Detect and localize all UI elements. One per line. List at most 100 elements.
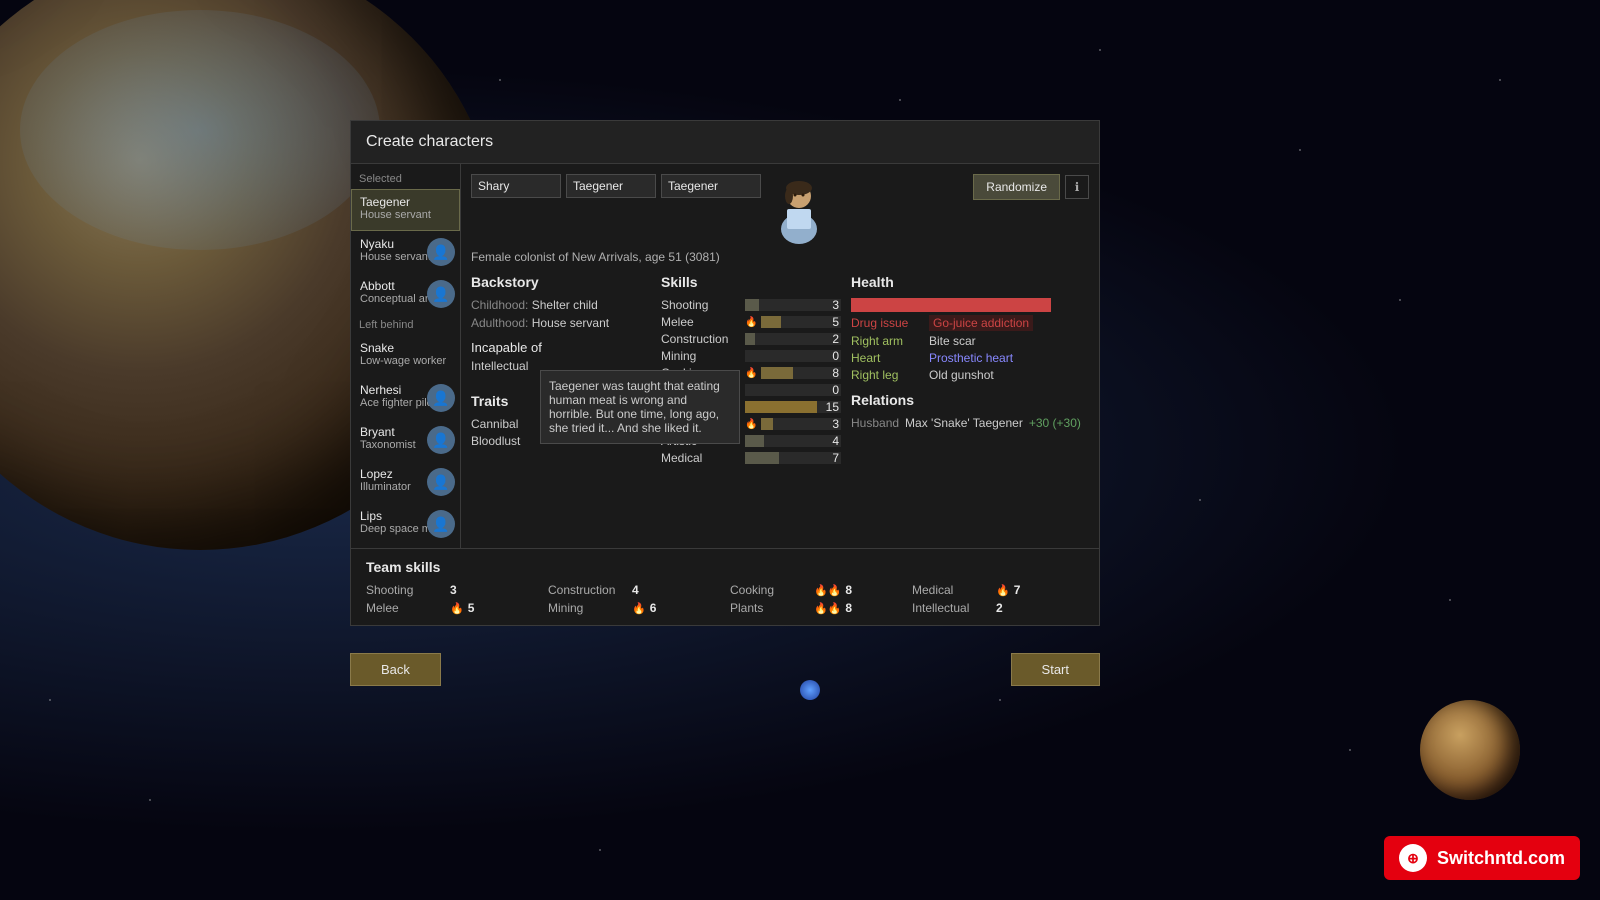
char-role-taegener: House servant bbox=[360, 209, 451, 221]
skill-value-artistic: 4 bbox=[819, 435, 839, 447]
first-name-input[interactable] bbox=[471, 174, 561, 198]
team-skill-intellectual: Intellectual 2 bbox=[912, 601, 1084, 615]
skill-bar-mining: 0 bbox=[745, 350, 841, 362]
info-button[interactable]: ℹ bbox=[1065, 175, 1089, 199]
skill-bar-medical: 7 bbox=[745, 452, 841, 464]
planet-small bbox=[1420, 700, 1520, 800]
char-item-bryant[interactable]: Bryant Taxonomist 👤 bbox=[351, 419, 460, 461]
incapable-title: Incapable of bbox=[471, 340, 651, 355]
char-item-nyaku[interactable]: Nyaku House servant 👤 bbox=[351, 231, 460, 273]
selected-label: Selected bbox=[351, 169, 460, 189]
switch-icon: ⊕ bbox=[1399, 844, 1427, 872]
ts-value-construction: 4 bbox=[632, 583, 639, 597]
start-button[interactable]: Start bbox=[1011, 653, 1100, 686]
skill-name-medical: Medical bbox=[661, 451, 741, 465]
cooking-passion-icon: 🔥 bbox=[745, 368, 757, 379]
char-item-lopez[interactable]: Lopez Illuminator 👤 bbox=[351, 461, 460, 503]
health-condition-rightarm: Bite scar bbox=[929, 334, 976, 348]
ts-value-intellectual: 2 bbox=[996, 601, 1003, 615]
skill-medical: Medical 7 bbox=[661, 451, 841, 465]
last-name-input[interactable] bbox=[661, 174, 761, 198]
health-column: Health Drug issue Go-juice addiction Rig… bbox=[851, 274, 1089, 468]
health-drug-row: Drug issue Go-juice addiction bbox=[851, 315, 1089, 331]
team-skill-construction: Construction 4 bbox=[548, 583, 720, 597]
health-rightarm-row: Right arm Bite scar bbox=[851, 334, 1089, 348]
skill-value-melee: 5 bbox=[819, 316, 839, 328]
char-item-abbott[interactable]: Abbott Conceptual artist 👤 bbox=[351, 273, 460, 315]
ts-name-shooting: Shooting bbox=[366, 583, 446, 597]
skill-bar-artistic: 4 bbox=[745, 435, 841, 447]
switch-badge: ⊕ Switchntd.com bbox=[1384, 836, 1580, 880]
char-item-snake[interactable]: Snake Low-wage worker bbox=[351, 335, 460, 377]
dialog-title: Create characters bbox=[351, 121, 1099, 164]
char-avatar-lopez: 👤 bbox=[427, 468, 455, 496]
ts-value-plants: 8 bbox=[845, 601, 852, 615]
bloodlust-tooltip: Taegener was taught that eating human me… bbox=[540, 370, 740, 444]
character-sprite bbox=[769, 174, 829, 244]
character-description: Female colonist of New Arrivals, age 51 … bbox=[471, 250, 1089, 264]
health-label-rightleg: Right leg bbox=[851, 368, 921, 382]
ts-value-shooting: 3 bbox=[450, 583, 457, 597]
character-details: Randomize ℹ Female colonist of New Arriv… bbox=[461, 164, 1099, 550]
team-skill-plants: Plants 🔥🔥 8 bbox=[730, 601, 902, 615]
skill-name-construction: Construction bbox=[661, 332, 741, 346]
skill-name-shooting: Shooting bbox=[661, 298, 741, 312]
childhood-row: Childhood: Shelter child bbox=[471, 298, 651, 312]
randomize-button[interactable]: Randomize bbox=[973, 174, 1060, 200]
name-inputs bbox=[471, 174, 761, 198]
health-condition-rightleg: Old gunshot bbox=[929, 368, 994, 382]
skill-value-shooting: 3 bbox=[819, 299, 839, 311]
char-role-snake: Low-wage worker bbox=[360, 355, 451, 367]
health-label-rightarm: Right arm bbox=[851, 334, 921, 348]
health-rightleg-row: Right leg Old gunshot bbox=[851, 368, 1089, 382]
char-avatar-abbott: 👤 bbox=[427, 280, 455, 308]
ts-name-construction: Construction bbox=[548, 583, 628, 597]
team-skill-mining: Mining 🔥 6 bbox=[548, 601, 720, 615]
ts-flame-cooking: 🔥🔥 bbox=[814, 584, 841, 597]
skill-bar-animals: 15 bbox=[745, 401, 841, 413]
middle-name-input[interactable] bbox=[566, 174, 656, 198]
dialog-content: Selected Taegener House servant Nyaku Ho… bbox=[351, 164, 1099, 550]
health-title: Health bbox=[851, 274, 1089, 290]
skill-construction: Construction 2 bbox=[661, 332, 841, 346]
childhood-value: Shelter child bbox=[532, 298, 598, 312]
ts-value-cooking: 8 bbox=[845, 583, 852, 597]
relation-husband-row: Husband Max 'Snake' Taegener +30 (+30) bbox=[851, 416, 1089, 430]
char-item-taegener[interactable]: Taegener House servant bbox=[351, 189, 460, 231]
char-avatar-nyaku: 👤 bbox=[427, 238, 455, 266]
ts-name-mining: Mining bbox=[548, 601, 628, 615]
char-name-snake: Snake bbox=[360, 341, 451, 355]
ts-name-medical: Medical bbox=[912, 583, 992, 597]
skill-bar-cooking: 8 bbox=[761, 367, 841, 379]
adulthood-value: House servant bbox=[532, 316, 609, 330]
char-avatar-bryant: 👤 bbox=[427, 426, 455, 454]
skill-value-animals: 15 bbox=[819, 401, 839, 413]
health-label-drug: Drug issue bbox=[851, 316, 921, 330]
relations-title: Relations bbox=[851, 392, 1089, 408]
health-heart-row: Heart Prosthetic heart bbox=[851, 351, 1089, 365]
crafting-passion-icon: 🔥 bbox=[745, 419, 757, 430]
ts-flame-melee: 🔥 bbox=[450, 602, 464, 615]
char-item-lips[interactable]: Lips Deep space miner 👤 bbox=[351, 503, 460, 545]
ts-value-medical: 7 bbox=[1014, 583, 1021, 597]
team-skill-medical: Medical 🔥 7 bbox=[912, 583, 1084, 597]
character-list: Selected Taegener House servant Nyaku Ho… bbox=[351, 164, 461, 550]
skill-bar-shooting: 3 bbox=[745, 299, 841, 311]
create-characters-dialog: Create characters Selected Taegener Hous… bbox=[350, 120, 1100, 551]
skill-shooting: Shooting 3 bbox=[661, 298, 841, 312]
bottom-buttons: Back Start bbox=[350, 653, 1100, 686]
adulthood-row: Adulthood: House servant bbox=[471, 316, 651, 330]
char-item-nerhesi[interactable]: Nerhesi Ace fighter pilot 👤 bbox=[351, 377, 460, 419]
skill-value-crafting: 3 bbox=[819, 418, 839, 430]
back-button[interactable]: Back bbox=[350, 653, 441, 686]
skill-bar-melee: 5 bbox=[761, 316, 841, 328]
relation-value-husband: +30 (+30) bbox=[1029, 416, 1081, 430]
left-behind-label: Left behind bbox=[351, 315, 460, 335]
skill-value-plants: 0 bbox=[819, 384, 839, 396]
skill-value-cooking: 8 bbox=[819, 367, 839, 379]
incapable-section: Incapable of Intellectual bbox=[471, 340, 651, 373]
team-skills-panel: Team skills Shooting 3 Construction 4 Co… bbox=[350, 548, 1100, 626]
team-skills-grid: Shooting 3 Construction 4 Cooking 🔥🔥 8 M… bbox=[366, 583, 1084, 615]
team-skill-cooking: Cooking 🔥🔥 8 bbox=[730, 583, 902, 597]
melee-passion-icon: 🔥 bbox=[745, 317, 757, 328]
